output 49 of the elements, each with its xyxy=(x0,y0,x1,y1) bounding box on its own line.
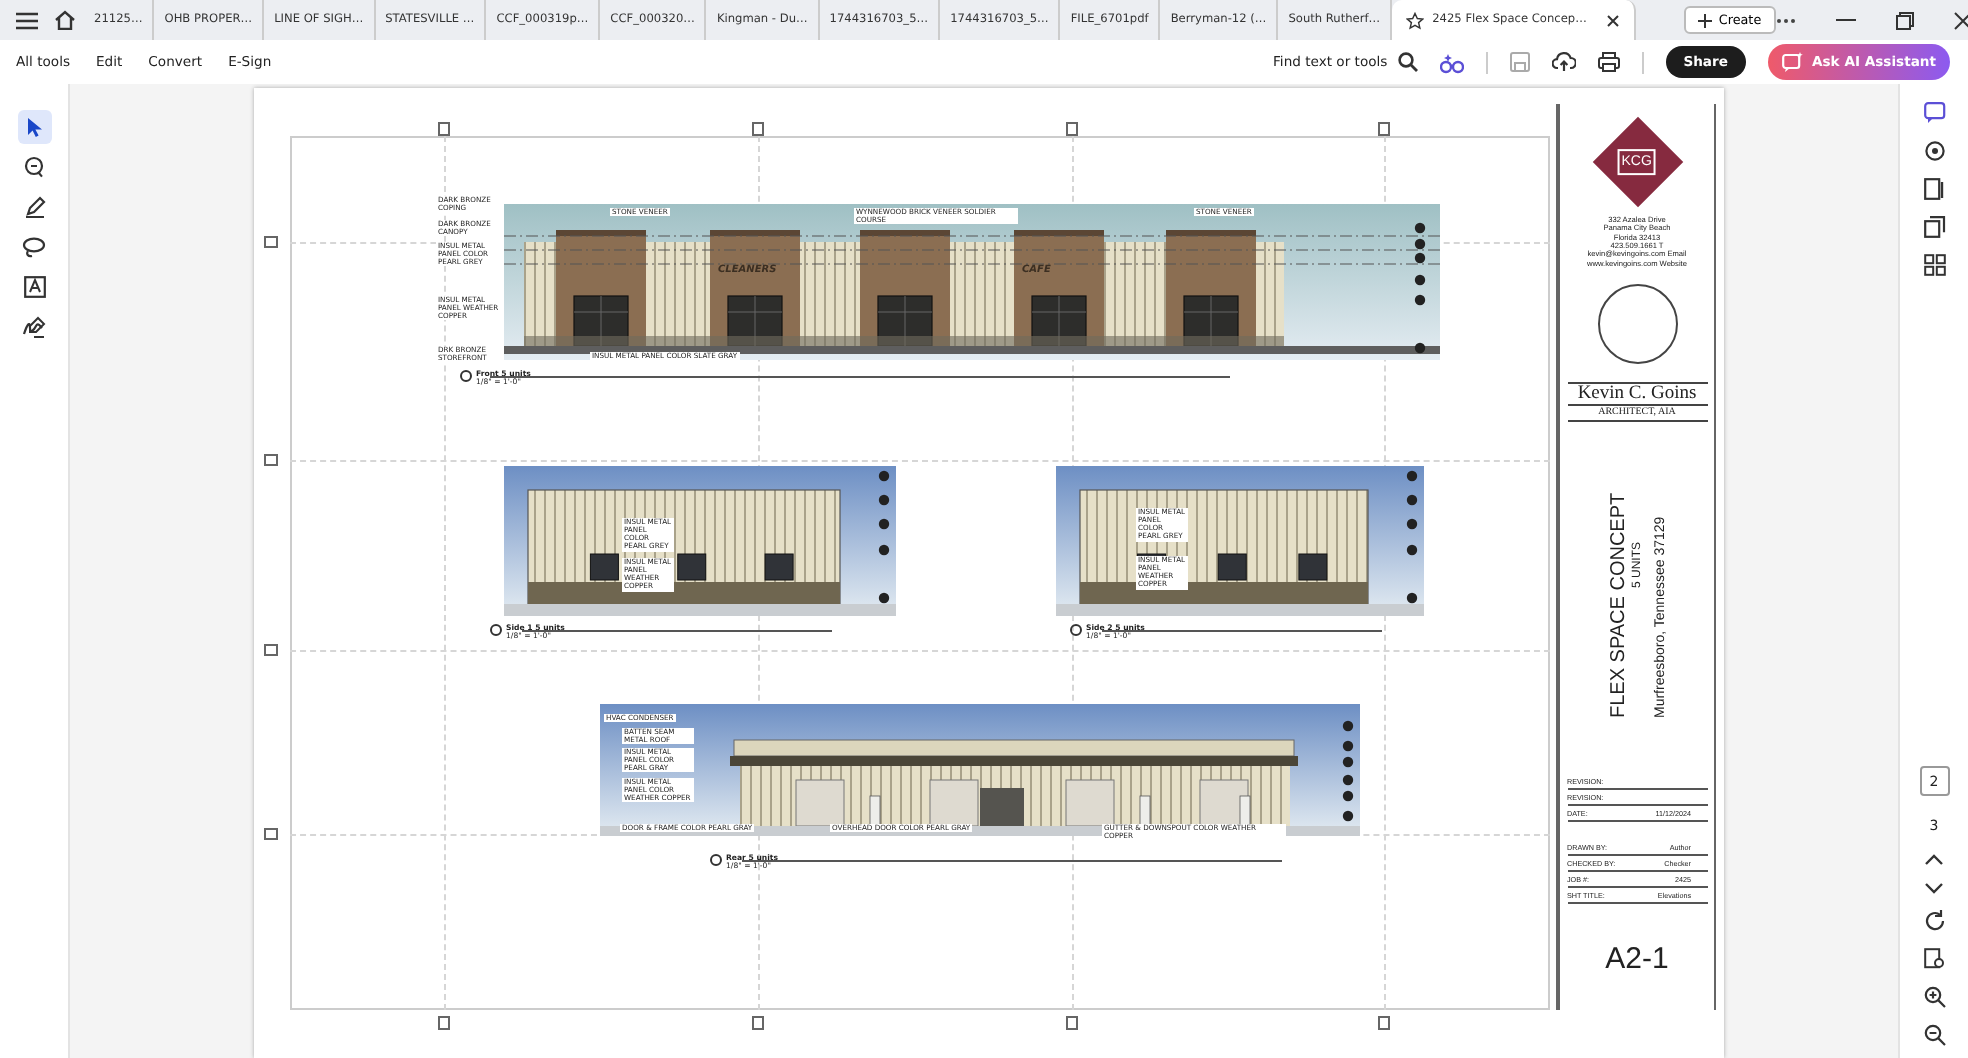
ai-chat-icon[interactable] xyxy=(1923,102,1945,124)
star-icon[interactable] xyxy=(1406,11,1425,29)
upload-cloud-icon[interactable] xyxy=(1551,52,1576,72)
grid-marker-icon xyxy=(264,828,278,840)
grid-marker-icon xyxy=(1066,122,1078,136)
signature-pen-icon xyxy=(22,316,46,338)
plus-icon xyxy=(1698,13,1713,27)
grid-marker-icon xyxy=(264,236,278,248)
grid-marker-icon xyxy=(264,454,278,466)
view-marker-icon xyxy=(460,370,472,382)
sheet-number: A2-1 xyxy=(1605,942,1669,977)
search-icon[interactable] xyxy=(1397,52,1418,72)
chevron-down-icon[interactable] xyxy=(1924,882,1944,894)
view-marker-icon xyxy=(1070,624,1082,636)
select-tool-button[interactable] xyxy=(17,110,51,144)
grid-icon[interactable] xyxy=(1923,254,1945,276)
view-marker-icon xyxy=(710,854,722,866)
grid-marker-icon xyxy=(1378,122,1390,136)
print-icon[interactable] xyxy=(1597,52,1620,72)
zoom-page-icon[interactable] xyxy=(1923,948,1945,970)
close-icon[interactable] xyxy=(1606,13,1621,27)
project-title: FLEX SPACE CONCEPT xyxy=(1607,491,1629,719)
chat-sparkle-icon xyxy=(1782,52,1804,72)
pen-icon xyxy=(23,196,45,218)
close-icon[interactable] xyxy=(1953,11,1968,29)
architect-name: Kevin C. Goins xyxy=(1567,384,1707,407)
grid-marker-icon xyxy=(752,122,764,136)
grid-marker-icon xyxy=(264,644,278,656)
refresh-icon[interactable] xyxy=(1923,910,1945,932)
chevron-up-icon[interactable] xyxy=(1924,854,1944,866)
restore-icon[interactable] xyxy=(1895,11,1914,29)
more-icon[interactable] xyxy=(1775,17,1796,23)
zoom-in-icon[interactable] xyxy=(1923,986,1945,1008)
grid-marker-icon xyxy=(1378,1016,1390,1030)
grid-marker-icon xyxy=(1066,1016,1078,1030)
refresh-layout-icon[interactable] xyxy=(1923,140,1945,162)
zoom-out-icon[interactable] xyxy=(1923,1024,1945,1046)
text-box-icon xyxy=(23,276,45,298)
grid-marker-icon xyxy=(438,1016,450,1030)
minimize-icon[interactable] xyxy=(1835,18,1856,22)
view-marker-icon xyxy=(490,624,502,636)
bookmark-icon[interactable] xyxy=(1923,178,1945,200)
sparkle-tools-icon[interactable] xyxy=(1439,51,1464,73)
seal-circle-icon xyxy=(1597,284,1677,365)
lasso-icon xyxy=(22,236,46,258)
copy-icon[interactable] xyxy=(1923,216,1945,238)
grid-marker-icon xyxy=(752,1016,764,1030)
grid-marker-icon xyxy=(438,122,450,136)
cursor-arrow-icon xyxy=(25,116,43,138)
